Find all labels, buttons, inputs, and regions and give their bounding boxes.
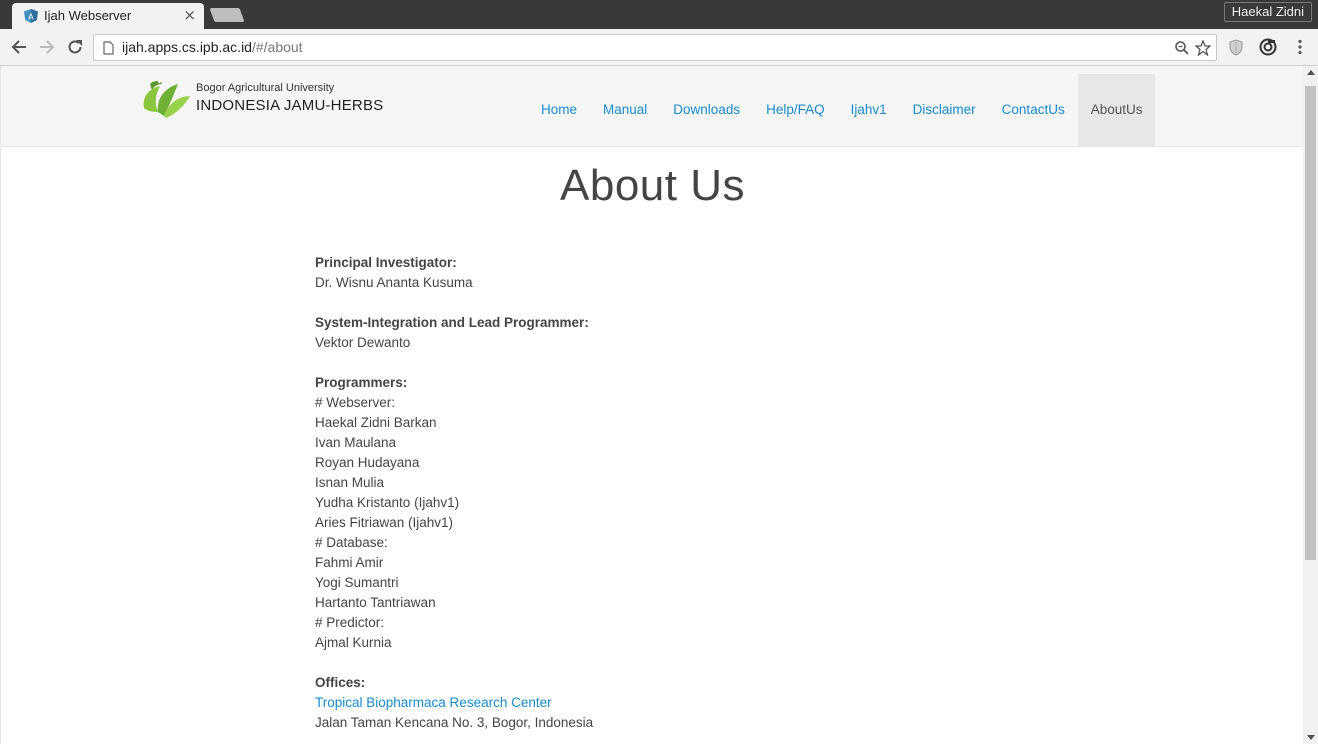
programmer-line: Haekal Zidni Barkan <box>315 415 437 430</box>
reload-button[interactable] <box>63 35 87 59</box>
page-scrollbar[interactable] <box>1303 66 1318 744</box>
web-page: Bogor Agricultural University INDONESIA … <box>0 66 1303 744</box>
back-arrow-icon <box>11 40 26 54</box>
profile-button[interactable]: Haekal Zidni <box>1223 2 1312 22</box>
programmer-line: # Database: <box>315 535 388 550</box>
leaf-bird-logo-icon <box>143 80 190 118</box>
programmer-line: Aries Fitriawan (Ijahv1) <box>315 515 454 530</box>
section-heading: Offices: <box>315 675 366 690</box>
programmer-line: # Webserver: <box>315 395 396 410</box>
forward-arrow-icon <box>40 40 55 54</box>
reload-icon <box>68 40 82 54</box>
programmer-line: Fahmi Amir <box>315 555 384 570</box>
section-heading: Programmers: <box>315 375 408 390</box>
angular-favicon-icon: A <box>24 9 38 23</box>
browser-toolbar: ijah.apps.cs.ipb.ac.id/#/about <box>0 29 1318 66</box>
url-text[interactable]: ijah.apps.cs.ipb.ac.id/#/about <box>122 39 303 55</box>
nav-home[interactable]: Home <box>528 74 590 146</box>
investigator-name: Dr. Wisnu Ananta Kusuma <box>315 275 473 290</box>
back-button[interactable] <box>7 35 31 59</box>
office-address: Jalan Taman Kencana No. 3, Bogor, Indone… <box>315 715 594 730</box>
lead-programmer-name: Vektor Dewanto <box>315 335 411 350</box>
new-tab-button[interactable] <box>209 8 245 22</box>
programmer-line: Yudha Kristanto (Ijahv1) <box>315 495 460 510</box>
browser-tab[interactable]: A Ijah Webserver × <box>12 3 204 29</box>
section-heading: Principal Investigator: <box>315 255 457 270</box>
scroll-down-arrow-icon[interactable] <box>1307 735 1315 740</box>
programmer-line: Yogi Sumantri <box>315 575 399 590</box>
programmer-line: Ivan Maulana <box>315 435 397 450</box>
nav-help-faq[interactable]: Help/FAQ <box>753 74 838 146</box>
menu-kebab-icon[interactable] <box>1295 39 1305 55</box>
nav-manual[interactable]: Manual <box>590 74 660 146</box>
logo-subtitle: Bogor Agricultural University <box>196 82 335 94</box>
bookmark-star-icon[interactable] <box>1195 40 1211 56</box>
site-header: Bogor Agricultural University INDONESIA … <box>1 66 1303 147</box>
shield-extension-icon[interactable] <box>1228 39 1244 56</box>
section-heading: System-Integration and Lead Programmer: <box>315 315 589 330</box>
programmer-line: Ajmal Kurnia <box>315 635 392 650</box>
zoom-icon[interactable] <box>1174 40 1190 56</box>
svg-text:A: A <box>28 13 34 22</box>
programmer-line: Isnan Mulia <box>315 475 385 490</box>
nav-ijahv1[interactable]: Ijahv1 <box>838 74 900 146</box>
page-title: About Us <box>560 161 745 210</box>
main-nav: Home Manual Downloads Help/FAQ Ijahv1 Di… <box>528 74 1156 146</box>
programmer-line: # Predictor: <box>315 615 385 630</box>
nav-contactus[interactable]: ContactUs <box>989 74 1078 146</box>
scroll-up-arrow-icon[interactable] <box>1307 70 1315 75</box>
nav-disclaimer[interactable]: Disclaimer <box>900 74 989 146</box>
site-logo[interactable]: Bogor Agricultural University INDONESIA … <box>140 78 400 122</box>
nav-aboutus[interactable]: AboutUs <box>1077 74 1156 146</box>
programmer-line: Hartanto Tantriawan <box>315 595 436 610</box>
forward-button[interactable] <box>35 35 59 59</box>
browser-tab-bar: A Ijah Webserver × Haekal Zidni <box>0 0 1318 29</box>
close-tab-icon[interactable]: × <box>183 7 196 23</box>
nav-downloads[interactable]: Downloads <box>660 74 753 146</box>
office-link[interactable]: Tropical Biopharmaca Research Center <box>315 695 552 710</box>
about-content: Principal Investigator: Dr. Wisnu Ananta… <box>315 253 593 733</box>
extension-icon[interactable] <box>1259 38 1277 56</box>
tab-title: Ijah Webserver <box>44 8 132 23</box>
logo-title: INDONESIA JAMU-HERBS <box>196 97 384 114</box>
programmer-line: Royan Hudayana <box>315 455 420 470</box>
address-bar[interactable]: ijah.apps.cs.ipb.ac.id/#/about <box>93 34 1217 61</box>
page-icon <box>103 41 114 55</box>
scroll-thumb[interactable] <box>1305 86 1316 560</box>
